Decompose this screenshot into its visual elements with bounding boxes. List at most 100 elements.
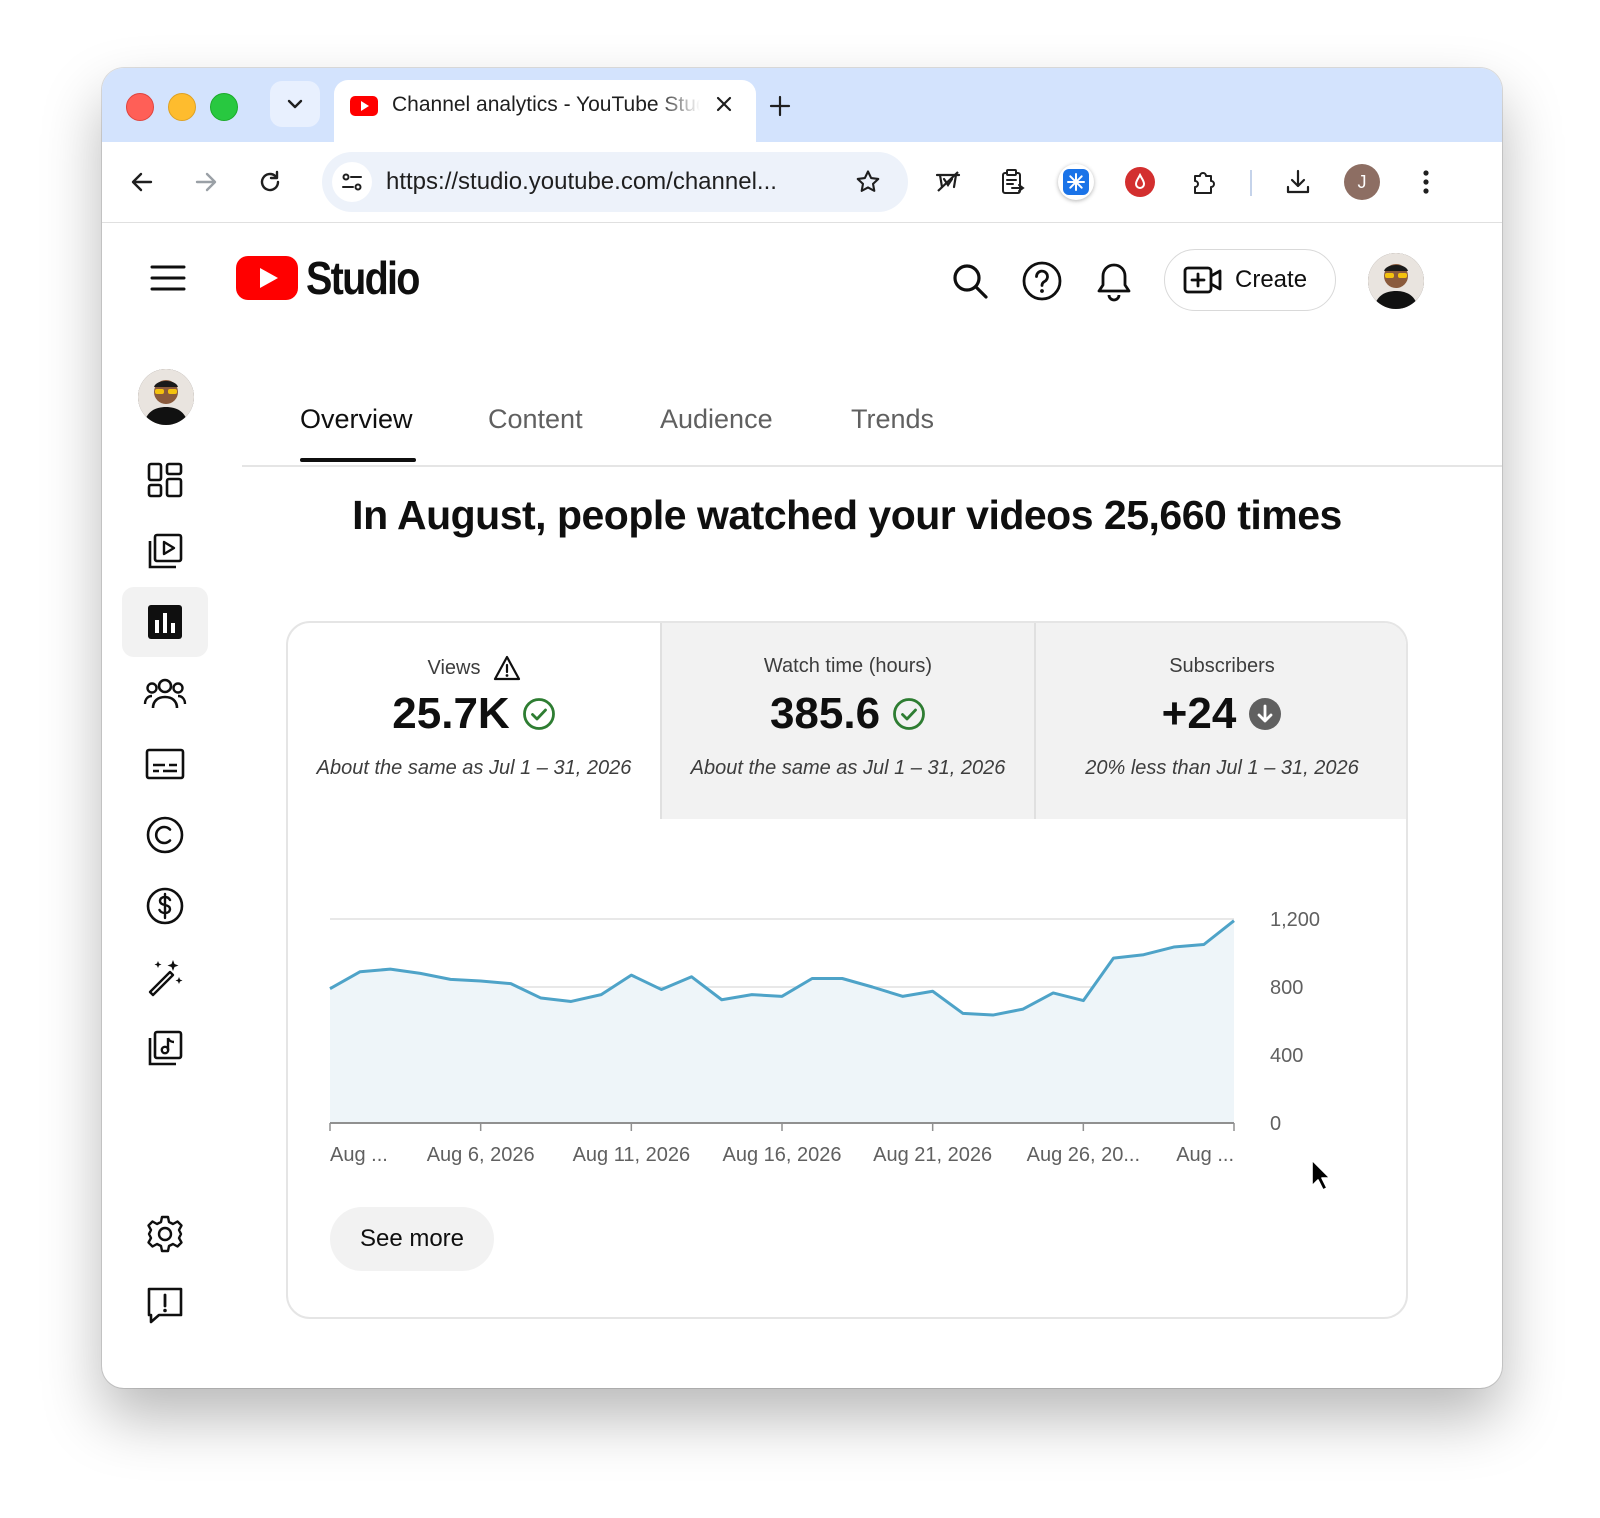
notifications-button[interactable] <box>1092 259 1136 303</box>
sidebar-item-earn[interactable] <box>122 871 208 941</box>
tab-content[interactable]: Content <box>488 404 583 435</box>
tab-overview[interactable]: Overview <box>300 404 413 435</box>
downloads-button[interactable] <box>1278 162 1318 202</box>
profile-button[interactable]: J <box>1342 162 1382 202</box>
check-circle-icon <box>893 698 925 730</box>
sidebar-item-settings[interactable] <box>122 1199 208 1269</box>
help-button[interactable] <box>1020 259 1064 303</box>
arrow-right-icon <box>195 172 217 192</box>
sidebar-item-subtitles[interactable] <box>122 729 208 799</box>
forward-button[interactable] <box>186 162 226 202</box>
menu-button[interactable] <box>148 261 188 295</box>
dashboard-icon <box>147 462 183 498</box>
sidebar-item-analytics[interactable] <box>122 587 208 657</box>
y-tick-label: 400 <box>1270 1045 1303 1067</box>
create-button[interactable]: Create <box>1164 249 1336 311</box>
metric-comparison: About the same as Jul 1 – 31, 2026 <box>316 757 632 779</box>
metric-watch-time[interactable]: Watch time (hours) 385.6 About the same … <box>662 623 1034 819</box>
check-circle-icon <box>522 698 555 730</box>
tab-search-button[interactable] <box>270 81 320 127</box>
address-bar[interactable]: https://studio.youtube.com/channel... <box>322 152 908 212</box>
page-title: In August, people watched your videos 25… <box>352 492 1342 538</box>
close-icon <box>716 96 732 112</box>
search-button[interactable] <box>948 259 992 303</box>
plus-icon <box>769 95 791 117</box>
audio-library-icon <box>148 1030 183 1066</box>
metric-label: Subscribers <box>1169 655 1275 677</box>
maximize-window-button[interactable] <box>210 93 238 121</box>
dollar-icon <box>146 887 184 925</box>
new-tab-button[interactable] <box>762 88 798 124</box>
extensions-button[interactable] <box>1184 162 1224 202</box>
reload-icon <box>260 170 280 192</box>
minimize-window-button[interactable] <box>168 93 196 121</box>
sidebar-item-customization[interactable] <box>122 942 208 1012</box>
sidebar-item-dashboard[interactable] <box>122 445 208 515</box>
copyright-icon <box>146 816 184 854</box>
magic-wand-icon <box>148 960 183 997</box>
create-button-label: Create <box>1235 266 1308 293</box>
back-button[interactable] <box>122 162 162 202</box>
see-more-button[interactable]: See more <box>330 1207 494 1271</box>
chevron-down-icon <box>287 99 303 109</box>
clipboard-icon <box>1002 169 1025 194</box>
puzzle-icon <box>1194 172 1215 194</box>
studio-logo-text: Studio <box>306 252 420 304</box>
user-photo-icon <box>1368 253 1424 309</box>
tab-bar: Channel analytics - YouTube Studio <box>102 68 1502 144</box>
x-tick-label: Aug 6, 2026 <box>427 1144 535 1166</box>
active-tab-indicator <box>300 458 416 462</box>
extension-clipboard-icon[interactable] <box>992 162 1032 202</box>
extension-snowflake-icon[interactable] <box>1056 162 1096 202</box>
download-icon <box>1286 169 1310 194</box>
glasses-icon <box>935 171 961 192</box>
browser-tab-active[interactable]: Channel analytics - YouTube Studio <box>334 80 756 144</box>
y-tick-label: 1,200 <box>1270 909 1320 931</box>
metric-subscribers[interactable]: Subscribers +24 20% less than Jul 1 – 31… <box>1036 623 1406 819</box>
sidebar-item-copyright[interactable] <box>122 800 208 870</box>
browser-menu-button[interactable] <box>1406 162 1446 202</box>
overview-card: Views 25.7K About the same as Jul 1 – 31… <box>286 621 1408 1319</box>
x-tick-label: Aug ... <box>330 1144 388 1166</box>
profile-avatar: J <box>1344 164 1380 200</box>
sidebar-item-feedback[interactable] <box>122 1270 208 1340</box>
extension-drop-icon[interactable] <box>1120 162 1160 202</box>
close-window-button[interactable] <box>126 93 154 121</box>
tab-audience[interactable]: Audience <box>660 404 773 435</box>
gear-icon <box>147 1215 183 1253</box>
tab-trends[interactable]: Trends <box>851 404 934 435</box>
subtitles-icon <box>145 748 185 780</box>
tab-close-button[interactable] <box>710 90 738 118</box>
metric-comparison: 20% less than Jul 1 – 31, 2026 <box>1085 757 1359 779</box>
x-tick-label: Aug 21, 2026 <box>873 1144 992 1166</box>
x-tick-label: Aug 16, 2026 <box>723 1144 842 1166</box>
analytics-tabs: Overview Content Audience Trends <box>242 368 1502 467</box>
studio-logo[interactable]: Studio <box>236 252 437 304</box>
account-avatar[interactable] <box>1368 253 1424 309</box>
left-sidebar <box>102 333 232 1388</box>
youtube-logo-icon <box>236 256 298 300</box>
tune-icon <box>342 173 362 191</box>
x-tick-label: Aug 11, 2026 <box>573 1144 691 1166</box>
sidebar-item-audio-library[interactable] <box>122 1013 208 1083</box>
sidebar-item-community[interactable] <box>122 658 208 728</box>
arrow-left-icon <box>131 172 153 192</box>
drop-icon <box>1134 173 1146 189</box>
x-tick-label: Aug 26, 20... <box>1027 1144 1140 1166</box>
metric-label: Views <box>427 656 481 679</box>
metric-views[interactable]: Views 25.7K About the same as Jul 1 – 31… <box>288 623 660 819</box>
people-icon <box>143 678 187 709</box>
feedback-icon <box>147 1287 183 1324</box>
warning-icon <box>493 655 520 681</box>
metric-label: Watch time (hours) <box>763 655 933 677</box>
user-photo-icon <box>138 369 194 425</box>
bookmark-button[interactable] <box>850 164 886 200</box>
sidebar-item-content[interactable] <box>122 516 208 586</box>
channel-avatar[interactable] <box>138 369 194 425</box>
studio-header: Studio Create <box>102 223 1502 333</box>
browser-toolbar: https://studio.youtube.com/channel... J <box>102 142 1502 223</box>
area-fill <box>330 920 1234 1123</box>
extension-tracker-icon[interactable] <box>928 162 968 202</box>
site-info-button[interactable] <box>332 162 372 202</box>
reload-button[interactable] <box>250 162 290 202</box>
